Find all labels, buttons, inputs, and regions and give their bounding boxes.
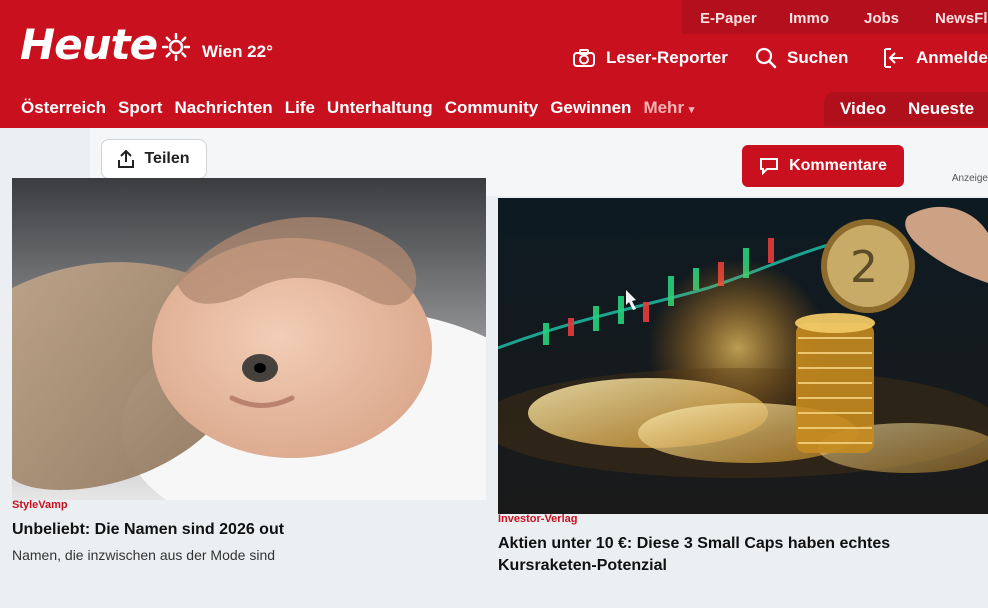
- comment-icon: [760, 158, 779, 175]
- top-link-immo[interactable]: Immo: [789, 10, 829, 27]
- login-label: Anmelden: [916, 48, 988, 67]
- nav-item-community[interactable]: Community: [439, 98, 545, 118]
- nav-item-life[interactable]: Life: [279, 98, 321, 118]
- share-icon: [118, 150, 135, 168]
- top-link-jobs[interactable]: Jobs: [864, 10, 899, 27]
- heute-logo[interactable]: Heute: [20, 20, 158, 69]
- nav-item-sport[interactable]: Sport: [112, 98, 168, 118]
- baby-illustration: [12, 178, 486, 500]
- card-2-text[interactable]: Investor-Verlag Aktien unter 10 €: Diese…: [498, 513, 988, 603]
- card-2-image[interactable]: 2: [498, 198, 988, 514]
- search-icon: [755, 47, 777, 69]
- main-navigation: Österreich Sport Nachrichten Life Unterh…: [10, 88, 988, 128]
- card-2-headline-line-2[interactable]: Kursraketen-Potenzial: [498, 555, 988, 577]
- nav-more-label: Mehr: [643, 98, 685, 117]
- card-1-headline[interactable]: Unbeliebt: Die Namen sind 2026 out: [12, 519, 486, 541]
- ad-label: Anzeige: [951, 173, 988, 184]
- top-link-epaper[interactable]: E-Paper: [700, 10, 757, 27]
- search-link[interactable]: Suchen: [755, 46, 848, 70]
- coins-stock-chart-illustration: 2: [498, 198, 988, 514]
- weather-text: Wien 22°: [202, 42, 273, 61]
- leser-reporter-label: Leser-Reporter: [606, 48, 728, 67]
- nav-item-oesterreich[interactable]: Österreich: [15, 98, 112, 118]
- search-label: Suchen: [787, 48, 849, 67]
- comments-button[interactable]: Kommentare: [742, 145, 904, 187]
- card-1-image[interactable]: [12, 178, 486, 500]
- login-icon: [884, 48, 903, 68]
- nav-more-button[interactable]: Mehr ▾: [637, 98, 700, 118]
- card-1-sponsor: StyleVamp: [12, 499, 68, 511]
- card-2-headline-line-1[interactable]: Aktien unter 10 €: Diese 3 Small Caps ha…: [498, 533, 988, 555]
- sun-icon: [162, 33, 190, 61]
- share-button[interactable]: Teilen: [101, 139, 207, 179]
- card-1-subline: Namen, die inzwischen aus der Mode sind: [12, 547, 276, 563]
- header: E-Paper Immo Jobs NewsFlix Heute Wien 22…: [0, 0, 988, 128]
- leser-reporter-link[interactable]: Leser-Reporter: [572, 46, 728, 70]
- card-1-text[interactable]: StyleVamp Unbeliebt: Die Namen sind 2026…: [12, 499, 486, 599]
- comments-label: Kommentare: [789, 157, 887, 174]
- card-2-sponsor: Investor-Verlag: [498, 513, 578, 525]
- nav-item-neueste[interactable]: Neueste: [902, 99, 980, 119]
- top-link-newsflix[interactable]: NewsFlix: [935, 10, 988, 27]
- nav-item-gewinnen[interactable]: Gewinnen: [544, 98, 637, 118]
- share-label: Teilen: [144, 150, 190, 167]
- nav-item-nachrichten[interactable]: Nachrichten: [168, 98, 278, 118]
- nav-item-unterhaltung[interactable]: Unterhaltung: [321, 98, 439, 118]
- svg-text:2: 2: [850, 242, 878, 293]
- chevron-down-icon: ▾: [688, 104, 695, 116]
- login-link[interactable]: Anmelden: [882, 46, 988, 70]
- nav-item-video[interactable]: Video: [834, 99, 892, 119]
- camera-icon: [573, 49, 595, 67]
- nav-right-group: Video Neueste: [824, 92, 988, 126]
